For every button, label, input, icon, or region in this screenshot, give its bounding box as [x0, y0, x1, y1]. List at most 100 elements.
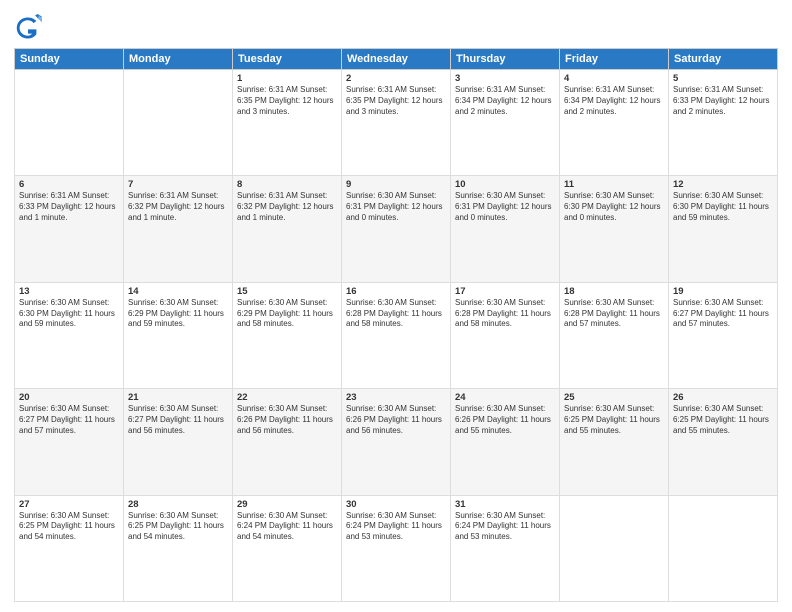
calendar-cell: 21Sunrise: 6:30 AM Sunset: 6:27 PM Dayli…: [124, 389, 233, 495]
weekday-header: Saturday: [669, 49, 778, 70]
weekday-header: Monday: [124, 49, 233, 70]
day-info: Sunrise: 6:30 AM Sunset: 6:28 PM Dayligh…: [455, 298, 555, 330]
calendar-cell: 1Sunrise: 6:31 AM Sunset: 6:35 PM Daylig…: [233, 70, 342, 176]
calendar-cell: 22Sunrise: 6:30 AM Sunset: 6:26 PM Dayli…: [233, 389, 342, 495]
day-number: 3: [455, 73, 555, 84]
calendar-cell: 10Sunrise: 6:30 AM Sunset: 6:31 PM Dayli…: [451, 176, 560, 282]
day-info: Sunrise: 6:30 AM Sunset: 6:29 PM Dayligh…: [237, 298, 337, 330]
calendar-cell: 12Sunrise: 6:30 AM Sunset: 6:30 PM Dayli…: [669, 176, 778, 282]
calendar-cell: 20Sunrise: 6:30 AM Sunset: 6:27 PM Dayli…: [15, 389, 124, 495]
day-number: 27: [19, 499, 119, 510]
day-number: 14: [128, 286, 228, 297]
day-number: 2: [346, 73, 446, 84]
day-info: Sunrise: 6:31 AM Sunset: 6:32 PM Dayligh…: [237, 191, 337, 223]
weekday-header-row: SundayMondayTuesdayWednesdayThursdayFrid…: [15, 49, 778, 70]
day-number: 16: [346, 286, 446, 297]
day-info: Sunrise: 6:30 AM Sunset: 6:27 PM Dayligh…: [19, 404, 119, 436]
day-info: Sunrise: 6:30 AM Sunset: 6:26 PM Dayligh…: [237, 404, 337, 436]
calendar-cell: 15Sunrise: 6:30 AM Sunset: 6:29 PM Dayli…: [233, 282, 342, 388]
day-info: Sunrise: 6:30 AM Sunset: 6:29 PM Dayligh…: [128, 298, 228, 330]
day-info: Sunrise: 6:30 AM Sunset: 6:24 PM Dayligh…: [455, 511, 555, 543]
day-info: Sunrise: 6:30 AM Sunset: 6:30 PM Dayligh…: [673, 191, 773, 223]
day-number: 6: [19, 179, 119, 190]
day-info: Sunrise: 6:31 AM Sunset: 6:35 PM Dayligh…: [237, 85, 337, 117]
day-number: 20: [19, 392, 119, 403]
calendar-week-row: 27Sunrise: 6:30 AM Sunset: 6:25 PM Dayli…: [15, 495, 778, 601]
calendar-cell: 31Sunrise: 6:30 AM Sunset: 6:24 PM Dayli…: [451, 495, 560, 601]
calendar-cell: 29Sunrise: 6:30 AM Sunset: 6:24 PM Dayli…: [233, 495, 342, 601]
calendar-cell: 7Sunrise: 6:31 AM Sunset: 6:32 PM Daylig…: [124, 176, 233, 282]
calendar-cell: 13Sunrise: 6:30 AM Sunset: 6:30 PM Dayli…: [15, 282, 124, 388]
calendar-cell: 17Sunrise: 6:30 AM Sunset: 6:28 PM Dayli…: [451, 282, 560, 388]
logo-icon: [14, 14, 42, 42]
day-info: Sunrise: 6:31 AM Sunset: 6:34 PM Dayligh…: [564, 85, 664, 117]
calendar-cell: [15, 70, 124, 176]
day-number: 7: [128, 179, 228, 190]
day-info: Sunrise: 6:30 AM Sunset: 6:24 PM Dayligh…: [237, 511, 337, 543]
day-number: 1: [237, 73, 337, 84]
day-info: Sunrise: 6:31 AM Sunset: 6:35 PM Dayligh…: [346, 85, 446, 117]
calendar-cell: 9Sunrise: 6:30 AM Sunset: 6:31 PM Daylig…: [342, 176, 451, 282]
calendar-table: SundayMondayTuesdayWednesdayThursdayFrid…: [14, 48, 778, 602]
day-info: Sunrise: 6:31 AM Sunset: 6:32 PM Dayligh…: [128, 191, 228, 223]
day-number: 8: [237, 179, 337, 190]
day-info: Sunrise: 6:30 AM Sunset: 6:28 PM Dayligh…: [346, 298, 446, 330]
calendar-cell: 23Sunrise: 6:30 AM Sunset: 6:26 PM Dayli…: [342, 389, 451, 495]
day-info: Sunrise: 6:30 AM Sunset: 6:26 PM Dayligh…: [346, 404, 446, 436]
calendar-cell: 24Sunrise: 6:30 AM Sunset: 6:26 PM Dayli…: [451, 389, 560, 495]
day-info: Sunrise: 6:30 AM Sunset: 6:31 PM Dayligh…: [346, 191, 446, 223]
day-number: 17: [455, 286, 555, 297]
day-number: 12: [673, 179, 773, 190]
day-number: 10: [455, 179, 555, 190]
weekday-header: Sunday: [15, 49, 124, 70]
weekday-header: Wednesday: [342, 49, 451, 70]
day-info: Sunrise: 6:30 AM Sunset: 6:25 PM Dayligh…: [564, 404, 664, 436]
day-number: 25: [564, 392, 664, 403]
calendar-cell: 3Sunrise: 6:31 AM Sunset: 6:34 PM Daylig…: [451, 70, 560, 176]
calendar-week-row: 1Sunrise: 6:31 AM Sunset: 6:35 PM Daylig…: [15, 70, 778, 176]
day-info: Sunrise: 6:30 AM Sunset: 6:25 PM Dayligh…: [19, 511, 119, 543]
day-info: Sunrise: 6:31 AM Sunset: 6:34 PM Dayligh…: [455, 85, 555, 117]
day-info: Sunrise: 6:30 AM Sunset: 6:28 PM Dayligh…: [564, 298, 664, 330]
calendar-cell: 27Sunrise: 6:30 AM Sunset: 6:25 PM Dayli…: [15, 495, 124, 601]
calendar-cell: 30Sunrise: 6:30 AM Sunset: 6:24 PM Dayli…: [342, 495, 451, 601]
weekday-header: Friday: [560, 49, 669, 70]
day-number: 18: [564, 286, 664, 297]
day-number: 24: [455, 392, 555, 403]
calendar-cell: 14Sunrise: 6:30 AM Sunset: 6:29 PM Dayli…: [124, 282, 233, 388]
calendar-cell: 5Sunrise: 6:31 AM Sunset: 6:33 PM Daylig…: [669, 70, 778, 176]
calendar-cell: 2Sunrise: 6:31 AM Sunset: 6:35 PM Daylig…: [342, 70, 451, 176]
day-number: 13: [19, 286, 119, 297]
day-number: 28: [128, 499, 228, 510]
calendar-cell: 18Sunrise: 6:30 AM Sunset: 6:28 PM Dayli…: [560, 282, 669, 388]
calendar-cell: 16Sunrise: 6:30 AM Sunset: 6:28 PM Dayli…: [342, 282, 451, 388]
day-number: 29: [237, 499, 337, 510]
calendar-cell: 8Sunrise: 6:31 AM Sunset: 6:32 PM Daylig…: [233, 176, 342, 282]
day-number: 30: [346, 499, 446, 510]
calendar-cell: [560, 495, 669, 601]
day-number: 19: [673, 286, 773, 297]
day-number: 9: [346, 179, 446, 190]
logo: [14, 14, 46, 42]
calendar-cell: 4Sunrise: 6:31 AM Sunset: 6:34 PM Daylig…: [560, 70, 669, 176]
weekday-header: Tuesday: [233, 49, 342, 70]
day-info: Sunrise: 6:31 AM Sunset: 6:33 PM Dayligh…: [19, 191, 119, 223]
day-number: 23: [346, 392, 446, 403]
day-info: Sunrise: 6:31 AM Sunset: 6:33 PM Dayligh…: [673, 85, 773, 117]
day-info: Sunrise: 6:30 AM Sunset: 6:30 PM Dayligh…: [564, 191, 664, 223]
calendar-cell: 19Sunrise: 6:30 AM Sunset: 6:27 PM Dayli…: [669, 282, 778, 388]
calendar-cell: [124, 70, 233, 176]
day-info: Sunrise: 6:30 AM Sunset: 6:27 PM Dayligh…: [128, 404, 228, 436]
calendar-cell: [669, 495, 778, 601]
day-info: Sunrise: 6:30 AM Sunset: 6:25 PM Dayligh…: [128, 511, 228, 543]
day-info: Sunrise: 6:30 AM Sunset: 6:27 PM Dayligh…: [673, 298, 773, 330]
calendar-week-row: 20Sunrise: 6:30 AM Sunset: 6:27 PM Dayli…: [15, 389, 778, 495]
day-number: 5: [673, 73, 773, 84]
day-info: Sunrise: 6:30 AM Sunset: 6:30 PM Dayligh…: [19, 298, 119, 330]
day-number: 31: [455, 499, 555, 510]
calendar-cell: 28Sunrise: 6:30 AM Sunset: 6:25 PM Dayli…: [124, 495, 233, 601]
page: SundayMondayTuesdayWednesdayThursdayFrid…: [0, 0, 792, 612]
calendar-cell: 25Sunrise: 6:30 AM Sunset: 6:25 PM Dayli…: [560, 389, 669, 495]
day-number: 21: [128, 392, 228, 403]
day-number: 15: [237, 286, 337, 297]
